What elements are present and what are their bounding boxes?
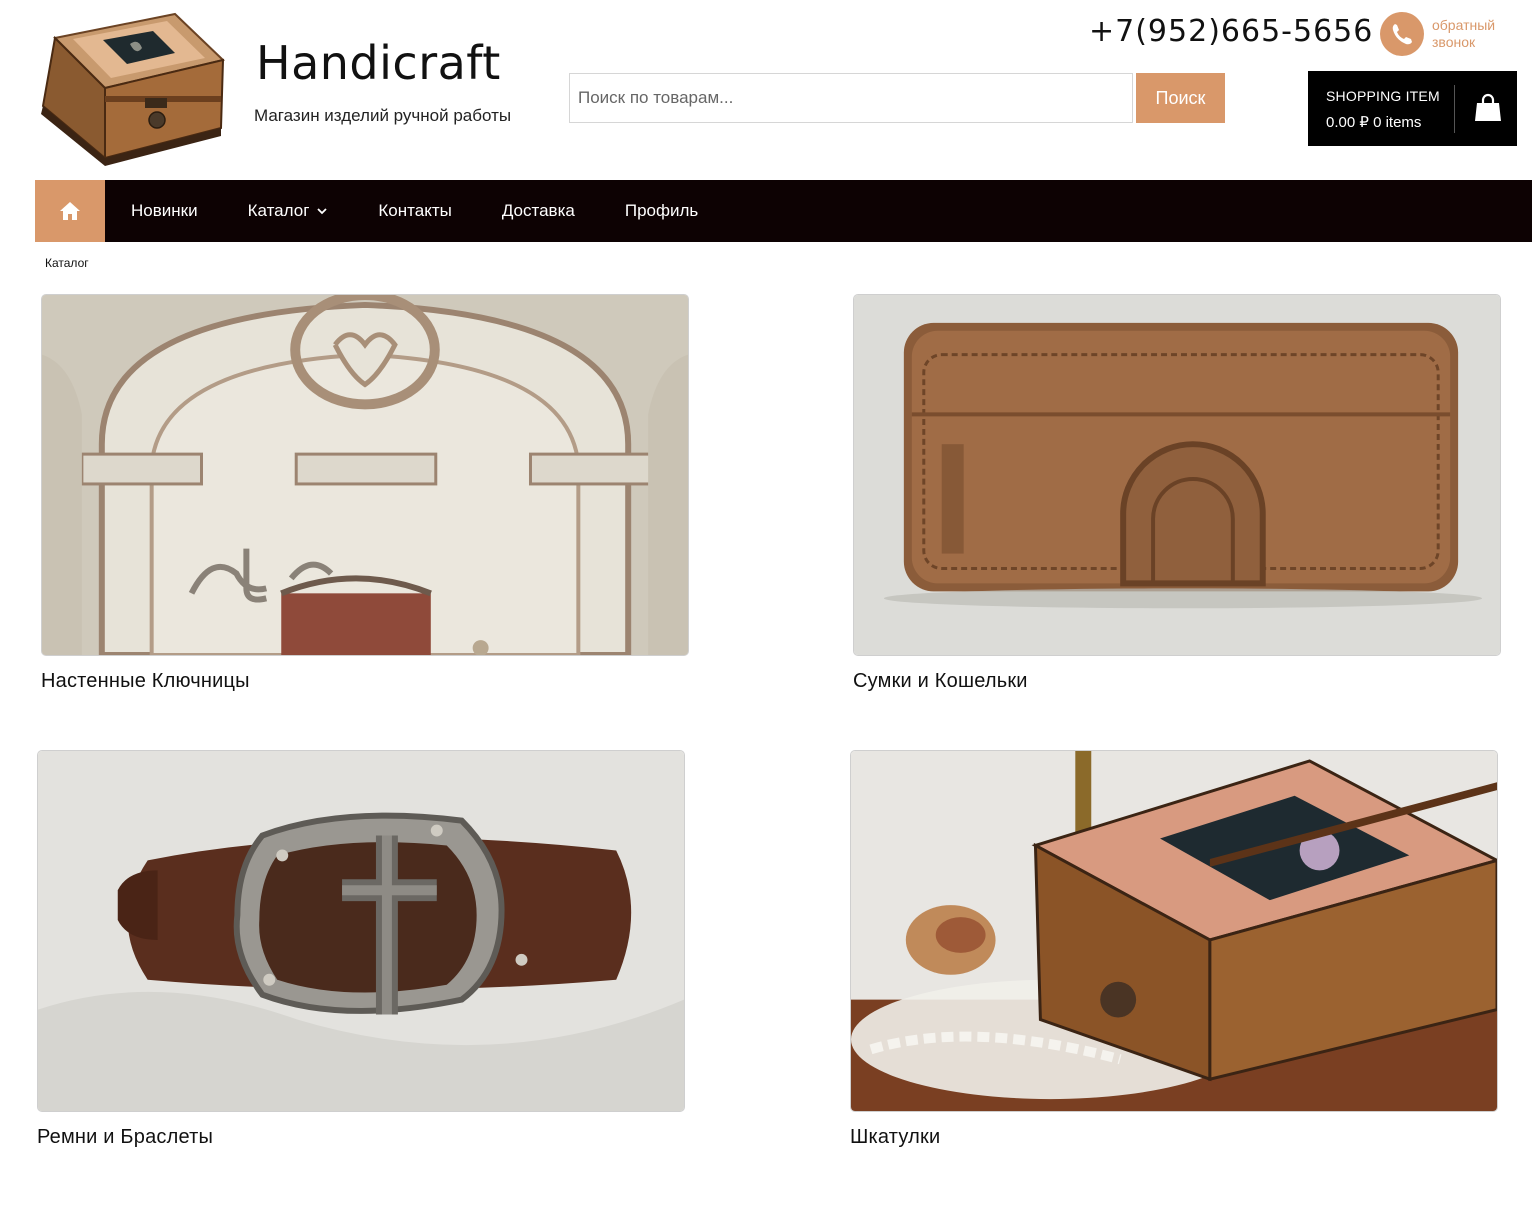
search-input[interactable] xyxy=(569,73,1133,123)
category-image-jewelry-box[interactable] xyxy=(850,750,1498,1112)
shopping-cart[interactable]: SHOPPING ITEM 0.00 ₽ 0 items xyxy=(1308,71,1517,146)
nav-item-label: Доставка xyxy=(501,201,575,220)
nav-item-delivery[interactable]: Доставка xyxy=(502,201,575,221)
nav-home-button[interactable] xyxy=(35,180,105,242)
home-icon xyxy=(60,202,80,220)
category-title[interactable]: Сумки и Кошельки xyxy=(853,670,1501,693)
search-button[interactable]: Поиск xyxy=(1136,73,1225,123)
category-title[interactable]: Ремни и Браслеты xyxy=(37,1126,685,1149)
category-card-key-holders[interactable]: Настенные Ключницы xyxy=(41,294,689,693)
shopping-bag-icon[interactable] xyxy=(1474,93,1502,123)
category-card-boxes[interactable]: Шкатулки xyxy=(850,750,1498,1149)
category-title[interactable]: Настенные Ключницы xyxy=(41,670,689,693)
category-image-belt[interactable] xyxy=(37,750,685,1112)
category-title[interactable]: Шкатулки xyxy=(850,1126,1498,1149)
chevron-down-icon xyxy=(317,208,328,215)
nav-item-new[interactable]: Новинки xyxy=(131,201,198,221)
callback-link[interactable]: обратный звонок xyxy=(1432,17,1522,51)
nav-item-contacts[interactable]: Контакты xyxy=(378,201,451,221)
site-header: Handicraft Магазин изделий ручной работы… xyxy=(0,0,1532,180)
cart-total: 0.00 ₽ 0 items xyxy=(1326,114,1422,131)
nav-item-profile[interactable]: Профиль xyxy=(625,201,698,221)
nav-item-label: Каталог xyxy=(247,201,310,220)
nav-item-catalog[interactable]: Каталог xyxy=(248,201,329,221)
category-card-belts-bracelets[interactable]: Ремни и Браслеты xyxy=(37,750,685,1149)
nav-item-label: Контакты xyxy=(378,201,452,220)
category-card-bags-wallets[interactable]: Сумки и Кошельки xyxy=(853,294,1501,693)
phone-icon[interactable] xyxy=(1380,12,1424,56)
breadcrumb[interactable]: Каталог xyxy=(45,256,89,270)
category-image-wallet[interactable] xyxy=(853,294,1501,656)
category-image-key-holder[interactable] xyxy=(41,294,689,656)
site-tagline: Магазин изделий ручной работы xyxy=(254,106,512,125)
cart-divider xyxy=(1454,85,1455,133)
main-nav: Новинки Каталог Контакты Доставка Профил… xyxy=(35,180,1532,242)
phone-number[interactable]: +7(952)665-5656 xyxy=(1089,14,1373,49)
search-form: Поиск xyxy=(569,73,1225,123)
nav-item-label: Профиль xyxy=(624,201,699,220)
cart-title: SHOPPING ITEM xyxy=(1326,88,1440,104)
site-title[interactable]: Handicraft xyxy=(256,36,501,90)
site-logo[interactable] xyxy=(35,8,225,173)
nav-item-label: Новинки xyxy=(131,201,198,220)
